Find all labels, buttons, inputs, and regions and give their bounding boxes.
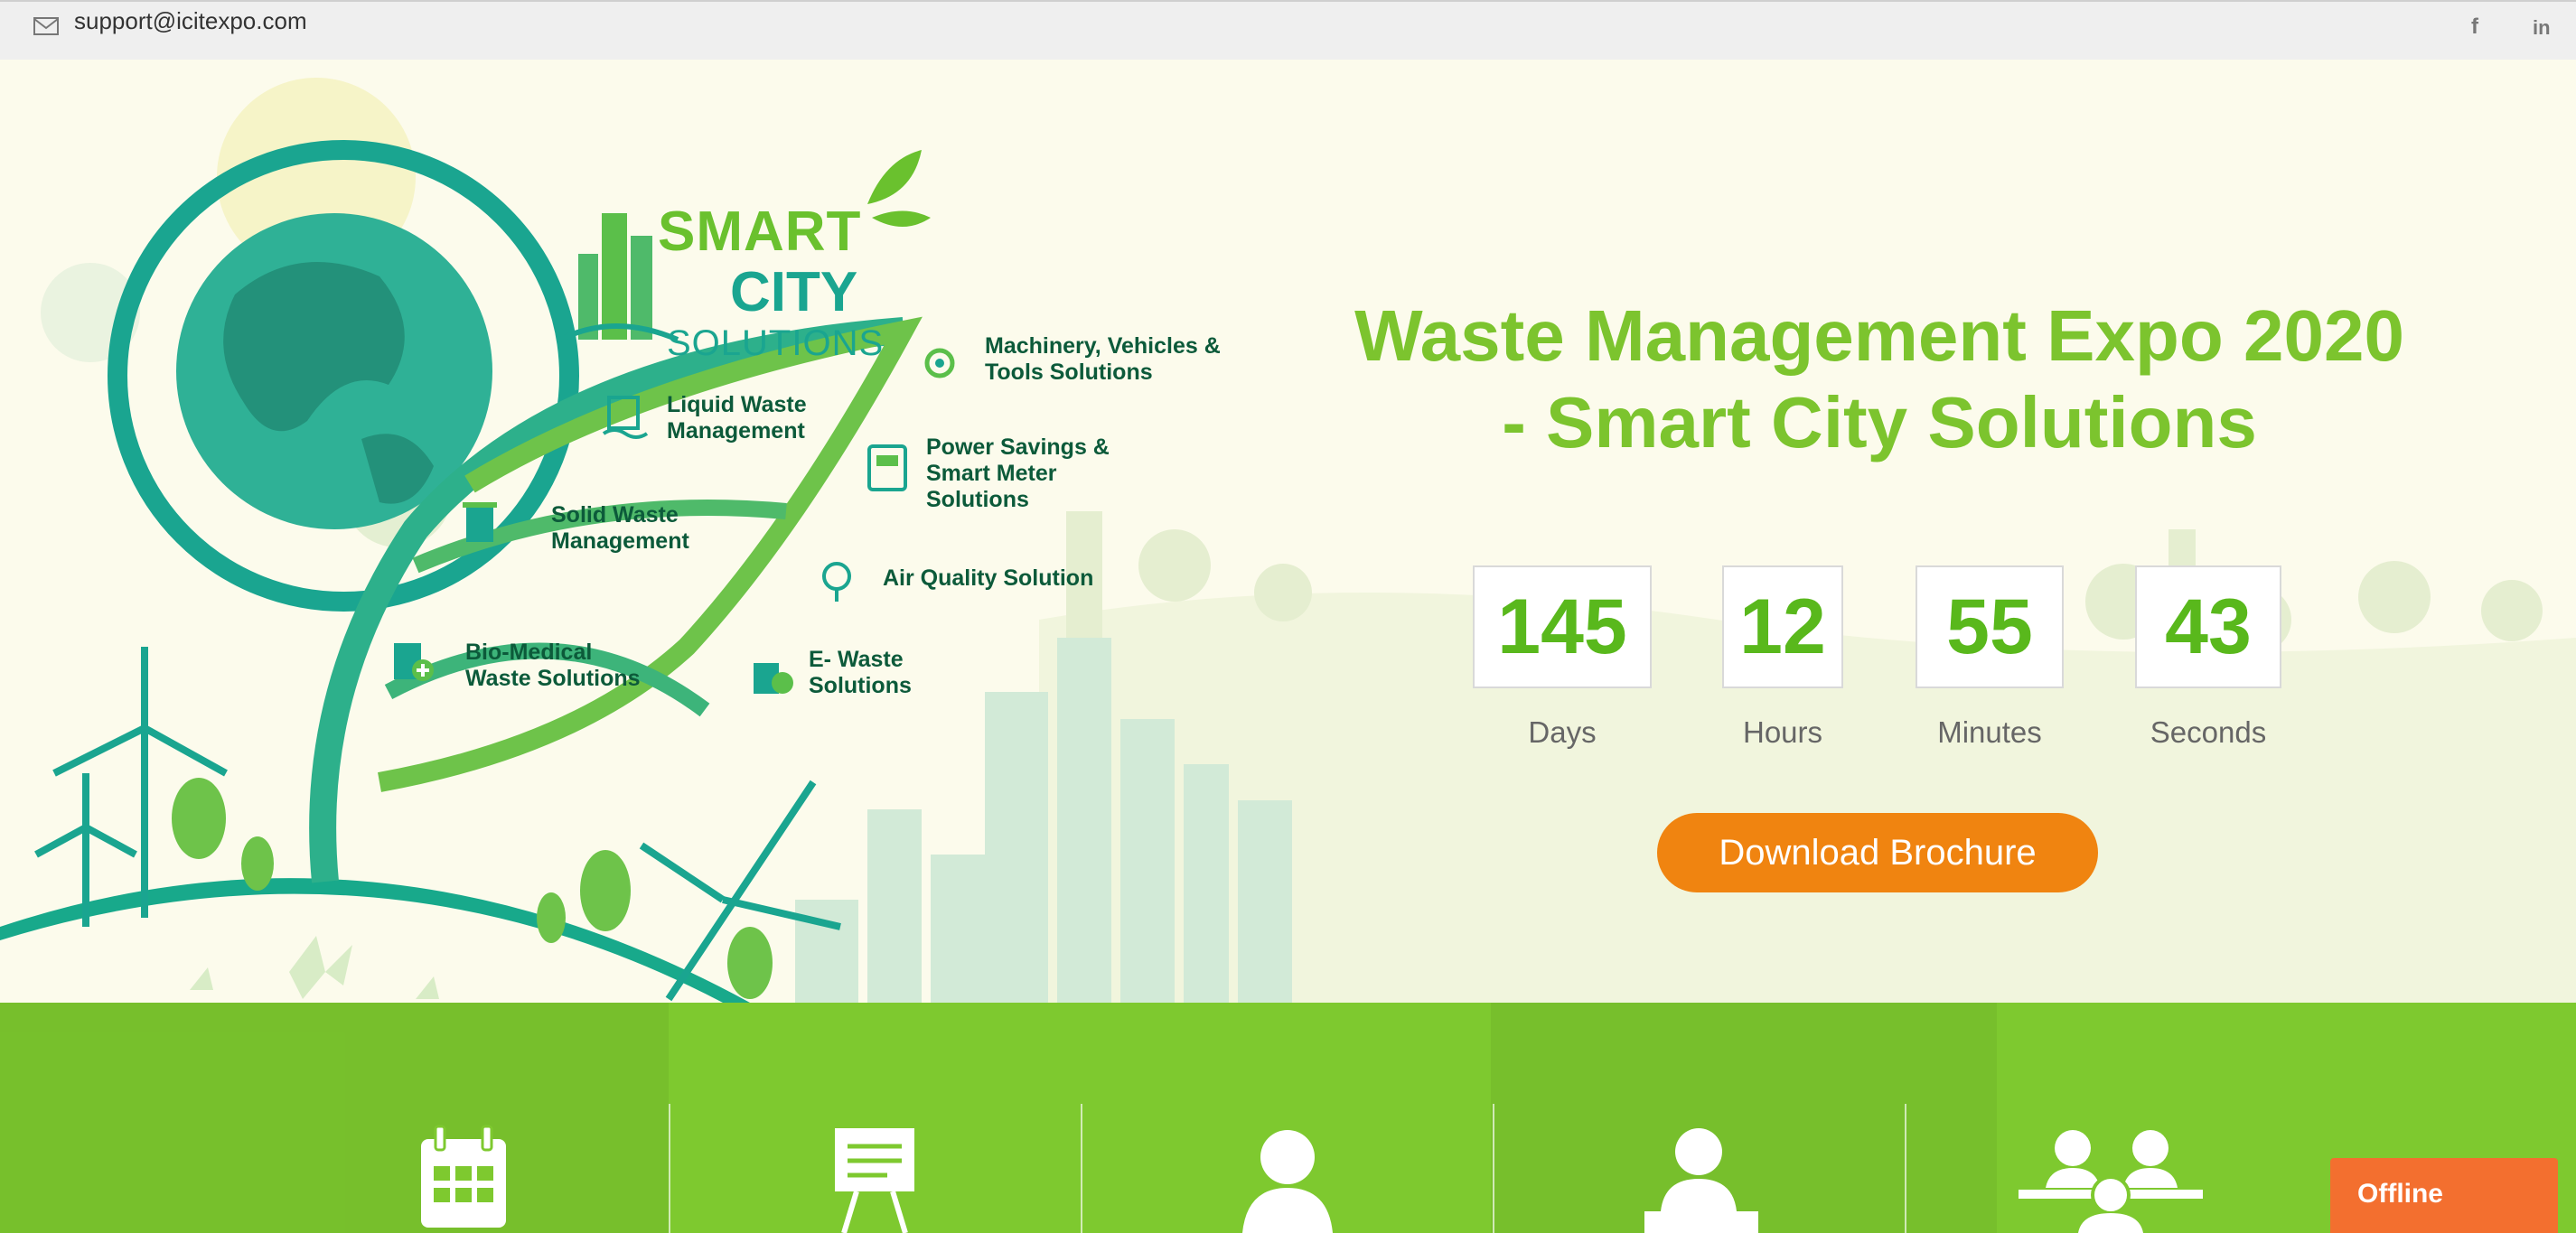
top-bar: support@icitexpo.com f in bbox=[0, 0, 2576, 60]
speaker-podium-icon[interactable] bbox=[1644, 1125, 1758, 1233]
presentation-board-icon[interactable] bbox=[824, 1125, 925, 1233]
service-liquid-waste: Liquid Waste Management bbox=[667, 392, 807, 444]
support-email-link[interactable]: support@icitexpo.com bbox=[74, 7, 307, 35]
feature-band bbox=[0, 1003, 2576, 1233]
service-power-savings: Power Savings & Smart Meter Solutions bbox=[926, 434, 1110, 512]
logo-smart-text: SMART bbox=[658, 201, 862, 263]
facebook-icon[interactable]: f bbox=[2471, 14, 2478, 40]
service-air-quality: Air Quality Solution bbox=[883, 565, 1094, 591]
band-divider bbox=[669, 1104, 670, 1233]
logo-solutions-text: SOLUTIONS bbox=[667, 323, 885, 363]
countdown-minutes-label: Minutes bbox=[1937, 715, 2042, 749]
countdown-hours-value: 12 bbox=[1722, 565, 1843, 688]
countdown-seconds-label: Seconds bbox=[2150, 715, 2267, 749]
service-machinery: Machinery, Vehicles & Tools Solutions bbox=[985, 333, 1221, 385]
chat-offline-widget[interactable]: Offline bbox=[2330, 1158, 2558, 1233]
logo-city-text: CITY bbox=[730, 261, 858, 323]
hero-banner: SMART CITY SOLUTIONS Machinery, Vehicles… bbox=[0, 60, 2576, 1003]
liquid-waste-icon bbox=[602, 396, 649, 439]
download-brochure-button[interactable]: Download Brochure bbox=[1657, 813, 2098, 892]
smart-city-illustration bbox=[0, 78, 2576, 1003]
calendar-icon[interactable] bbox=[416, 1125, 511, 1233]
service-e-waste: E- Waste Solutions bbox=[809, 647, 912, 698]
smart-meter-icon bbox=[867, 444, 907, 491]
air-quality-icon bbox=[822, 562, 851, 602]
countdown-days-value: 145 bbox=[1473, 565, 1652, 688]
medical-waste-bin-icon bbox=[394, 643, 434, 681]
gear-tools-icon bbox=[924, 348, 955, 378]
band-divider bbox=[1081, 1104, 1082, 1233]
band-overlay bbox=[0, 1003, 669, 1233]
page-title: Waste Management Expo 2020 - Smart City … bbox=[1354, 295, 2404, 462]
visitor-icon[interactable] bbox=[1238, 1125, 1337, 1233]
e-waste-icon bbox=[754, 663, 793, 694]
service-solid-waste: Solid Waste Management bbox=[551, 502, 689, 554]
countdown-days-label: Days bbox=[1528, 715, 1597, 749]
countdown-minutes-value: 55 bbox=[1916, 565, 2064, 688]
band-divider bbox=[1905, 1104, 1906, 1233]
countdown-seconds-value: 43 bbox=[2135, 565, 2281, 688]
linkedin-icon[interactable]: in bbox=[2533, 16, 2551, 40]
countdown-hours-label: Hours bbox=[1742, 715, 1823, 749]
service-bio-medical: Bio-Medical Waste Solutions bbox=[465, 640, 641, 691]
trash-bin-icon bbox=[463, 502, 497, 542]
meeting-group-icon[interactable] bbox=[2019, 1125, 2203, 1233]
mail-icon bbox=[33, 17, 59, 35]
band-divider bbox=[1493, 1104, 1494, 1233]
